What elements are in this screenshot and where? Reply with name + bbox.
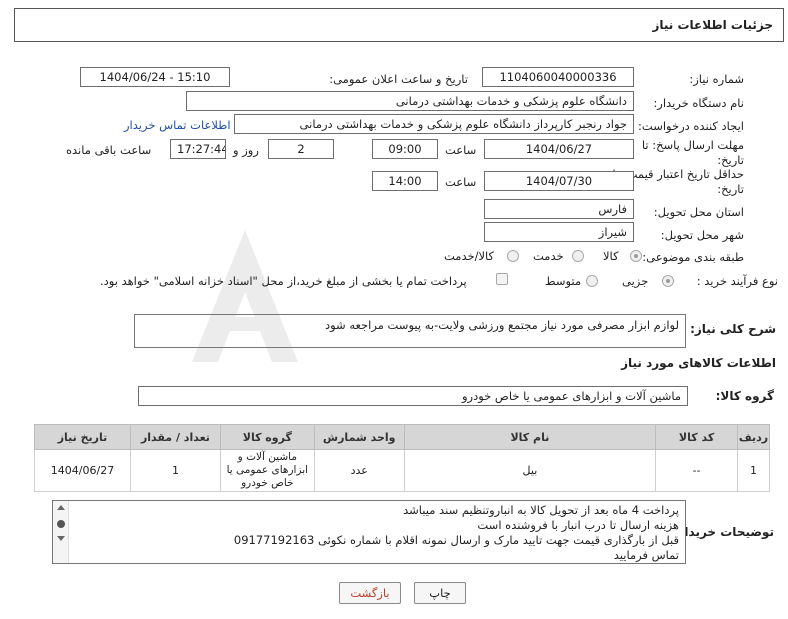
- category-label: طبقه بندی موضوعی:: [642, 250, 744, 264]
- province-field[interactable]: فارس: [484, 199, 634, 219]
- category-radio-goods[interactable]: [630, 250, 642, 262]
- process-radio-medium[interactable]: [586, 275, 598, 287]
- province-label: استان محل تحویل:: [653, 205, 744, 219]
- treasury-payment-note: پرداخت تمام یا بخشی از مبلغ خرید،از محل …: [100, 274, 467, 288]
- cell-unit: عدد: [313, 449, 405, 492]
- announce-datetime-field[interactable]: 1404/06/24 - 15:10: [80, 67, 230, 87]
- category-radio-service[interactable]: [572, 250, 584, 262]
- category-option-both: کالا/خدمت: [444, 249, 495, 263]
- remaining-days: 2: [268, 139, 334, 159]
- scroll-up-icon[interactable]: [57, 505, 65, 510]
- requester-label: ایجاد کننده درخواست:: [638, 119, 744, 133]
- page-title: جزئیات اطلاعات نیاز: [652, 18, 773, 32]
- cell-date: 1404/06/27: [34, 449, 131, 492]
- need-number-label: شماره نیاز:: [689, 72, 744, 86]
- back-button[interactable]: بازگشت: [339, 582, 401, 604]
- scroll-down-icon[interactable]: [57, 536, 65, 541]
- col-unit: واحد شمارش: [313, 424, 405, 450]
- reply-deadline-label: مهلت ارسال پاسخ: تا تاریخ:: [641, 138, 744, 167]
- buyer-notes-text: پرداخت 4 ماه بعد از تحویل کالا به انبارو…: [73, 503, 679, 563]
- buyer-notes-box: پرداخت 4 ماه بعد از تحویل کالا به انبارو…: [52, 500, 686, 564]
- cell-row: 1: [737, 449, 770, 492]
- description-textarea[interactable]: لوازم ابزار مصرفی مورد نیاز مجتمع ورزشی …: [134, 314, 686, 348]
- col-code: کد کالا: [655, 424, 739, 450]
- reply-time-label: ساعت: [445, 143, 477, 157]
- notes-scrollbar[interactable]: [53, 501, 69, 563]
- process-option-medium: متوسط: [545, 274, 582, 288]
- cell-code: --: [655, 449, 739, 492]
- need-number-field[interactable]: 1104060040000336: [482, 67, 634, 87]
- note-line: پرداخت 4 ماه بعد از تحویل کالا به انبارو…: [403, 503, 679, 517]
- process-radio-minor[interactable]: [662, 275, 674, 287]
- days-label: روز و: [233, 143, 259, 157]
- note-line: تماس فرمایید: [613, 548, 679, 562]
- goods-group-field: ماشین آلات و ابزارهای عمومی یا خاص خودرو: [138, 386, 688, 406]
- watermark-logo: [180, 222, 310, 372]
- remaining-time: 17:27:44: [170, 139, 226, 159]
- cell-qty: 1: [130, 449, 221, 492]
- goods-table: ردیف کد کالا نام کالا واحد شمارش گروه کا…: [34, 424, 770, 492]
- buyer-notes-label: توضیحات خریدار:: [672, 525, 774, 539]
- col-date: تاریخ نیاز: [34, 424, 131, 450]
- process-type-label: نوع فرآیند خرید :: [696, 274, 778, 288]
- goods-section-title: اطلاعات کالاهای مورد نیاز: [621, 356, 776, 370]
- reply-deadline-date[interactable]: 1404/06/27: [484, 139, 634, 159]
- category-radio-both[interactable]: [507, 250, 519, 262]
- category-option-service: خدمت: [533, 249, 564, 263]
- table-row: 1 -- بیل عدد ماشین آلات و ابزارهای عمومی…: [34, 449, 770, 492]
- price-time-label: ساعت: [445, 175, 477, 189]
- remaining-label: ساعت باقی مانده: [66, 143, 152, 157]
- page-header: جزئیات اطلاعات نیاز: [14, 8, 784, 42]
- process-option-minor: جزیی: [622, 274, 649, 288]
- city-field[interactable]: شیراز: [484, 222, 634, 242]
- requester-field[interactable]: جواد رنجبر کارپرداز دانشگاه علوم پزشکی و…: [234, 114, 634, 134]
- note-line: قبل از بارگذاری قیمت جهت تایید مارک و ار…: [233, 533, 679, 547]
- buyer-org-label: نام دستگاه خریدار:: [653, 96, 744, 110]
- category-option-goods: کالا: [603, 249, 619, 263]
- note-line: هزینه ارسال تا درب انبار با فروشنده است: [477, 518, 679, 532]
- col-group: گروه کالا: [219, 424, 315, 450]
- goods-group-label: گروه کالا:: [715, 389, 774, 403]
- description-label: شرح کلی نیاز:: [690, 322, 776, 336]
- col-name: نام کالا: [403, 424, 657, 450]
- announce-datetime-label: تاریخ و ساعت اعلان عمومی:: [329, 72, 468, 86]
- print-button[interactable]: چاپ: [414, 582, 466, 604]
- buyer-contact-link[interactable]: اطلاعات تماس خریدار: [124, 118, 231, 132]
- col-row: ردیف: [737, 424, 770, 450]
- col-qty: تعداد / مقدار: [130, 424, 221, 450]
- price-validity-time[interactable]: 14:00: [372, 171, 438, 191]
- cell-name: بیل: [403, 449, 657, 492]
- scroll-thumb[interactable]: [57, 520, 65, 528]
- cell-group: ماشین آلات و ابزارهای عمومی یا خاص خودرو: [219, 449, 315, 492]
- treasury-payment-checkbox[interactable]: [496, 273, 508, 285]
- goods-table-header: ردیف کد کالا نام کالا واحد شمارش گروه کا…: [34, 424, 770, 450]
- reply-deadline-time[interactable]: 09:00: [372, 139, 438, 159]
- price-validity-date[interactable]: 1404/07/30: [484, 171, 634, 191]
- city-label: شهر محل تحویل:: [660, 228, 744, 242]
- buyer-org-field[interactable]: دانشگاه علوم پزشکی و خدمات بهداشتی درمان…: [186, 91, 634, 111]
